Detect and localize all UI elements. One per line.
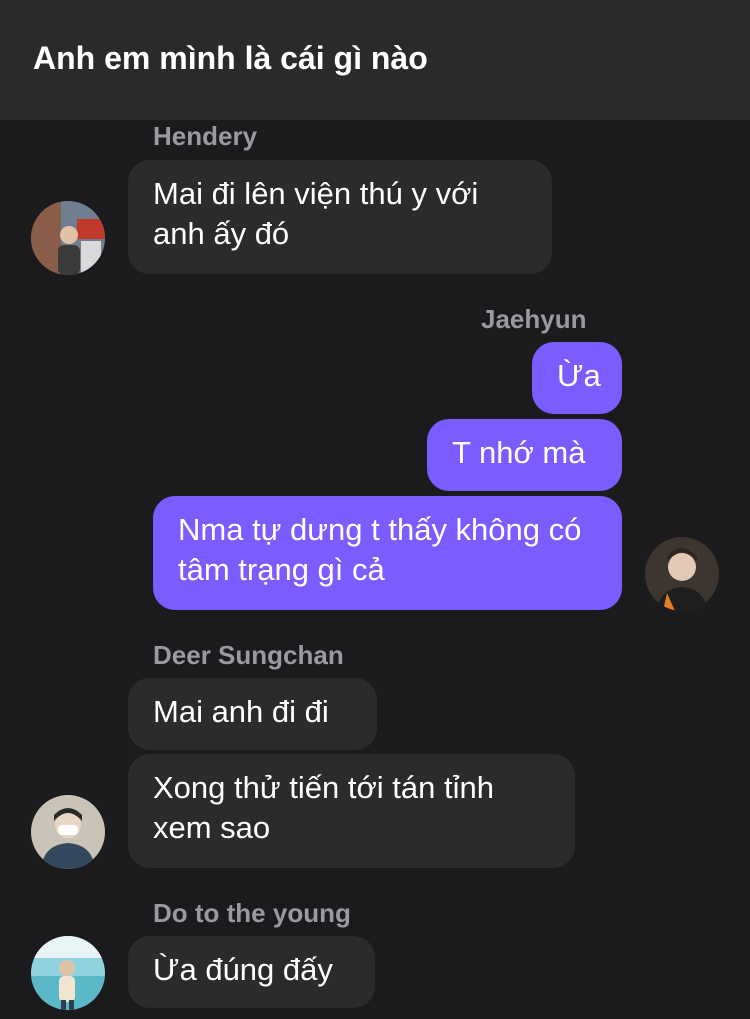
- chat-header[interactable]: Anh em mình là cái gì nào: [0, 0, 750, 120]
- avatar-hendery[interactable]: [31, 201, 105, 275]
- message-bubble[interactable]: Mai anh đi đi: [128, 678, 377, 750]
- avatar-photo-icon: [31, 936, 105, 1010]
- avatar-do-to-the-young[interactable]: [31, 936, 105, 1010]
- sender-name-do-to-the-young: Do to the young: [153, 898, 351, 928]
- message-bubble[interactable]: Ừa đúng đấy: [128, 936, 375, 1008]
- message-bubble[interactable]: Mai đi lên viện thú y với anh ấy đó: [128, 160, 552, 274]
- chat-screen: Anh em mình là cái gì nào Hendery Mai đi…: [0, 0, 750, 1019]
- avatar-photo-icon: [31, 795, 105, 869]
- avatar-photo-icon: [645, 537, 719, 611]
- group-chat-title[interactable]: Anh em mình là cái gì nào: [33, 40, 428, 77]
- message-bubble[interactable]: T nhớ mà: [427, 419, 622, 491]
- avatar-deer-sungchan[interactable]: [31, 795, 105, 869]
- sender-name-jaehyun: Jaehyun: [481, 304, 587, 334]
- sender-name-hendery: Hendery: [153, 121, 258, 151]
- sender-name-deer-sungchan: Deer Sungchan: [153, 640, 344, 670]
- message-bubble[interactable]: Xong thử tiến tới tán tỉnh xem sao: [128, 754, 575, 868]
- message-bubble[interactable]: Ừa: [532, 342, 622, 414]
- message-bubble[interactable]: Nma tự dưng t thấy không có tâm trạng gì…: [153, 496, 622, 610]
- avatar-jaehyun[interactable]: [645, 537, 719, 611]
- avatar-photo-icon: [31, 201, 105, 275]
